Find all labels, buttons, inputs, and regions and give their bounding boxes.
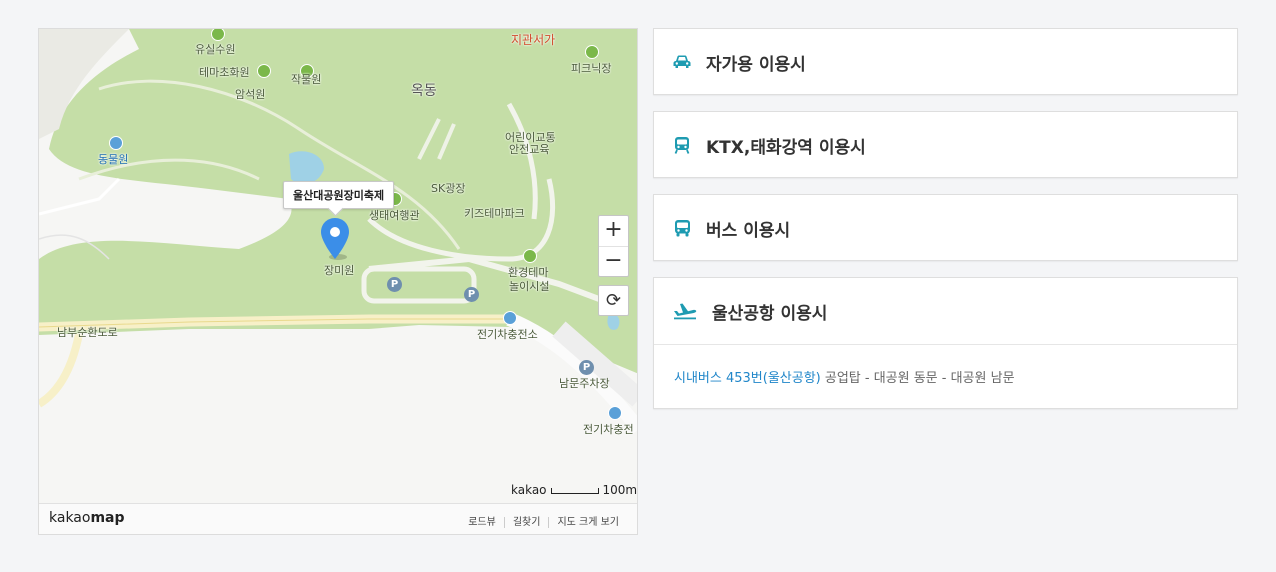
panel-title: KTX,태화강역 이용시: [706, 137, 866, 158]
map-label: 놀이시설: [509, 280, 550, 293]
map-label: 지관서가: [511, 33, 556, 47]
map-label: 작물원: [291, 73, 322, 86]
panel-airport[interactable]: 울산공항 이용시 시내버스 453번(울산공항) 공업탑 - 대공원 동문 - …: [653, 277, 1238, 409]
panel-ktx[interactable]: KTX,태화강역 이용시: [653, 111, 1238, 178]
map-label: 동물원: [98, 153, 129, 166]
logo-text: kakao: [49, 510, 91, 526]
bus-icon: [672, 218, 692, 238]
map-label: SK광장: [431, 182, 466, 195]
panel-body: 시내버스 453번(울산공항) 공업탑 - 대공원 동문 - 대공원 남문: [654, 344, 1237, 408]
map-label: 유실수원: [195, 43, 236, 56]
kakao-map[interactable]: P P P 지관서가 유실수원 테마초화원 작물원 피크닉장 암석원 옥동 어린…: [38, 28, 638, 535]
bus-route-link[interactable]: 시내버스 453번(울산공항): [674, 371, 821, 386]
panel-header[interactable]: KTX,태화강역 이용시: [654, 112, 1237, 178]
directions-link[interactable]: 길찾기: [503, 517, 549, 528]
map-label: 전기차충전: [583, 423, 634, 436]
location-marker-icon[interactable]: [320, 217, 350, 265]
panel-header[interactable]: 버스 이용시: [654, 195, 1237, 261]
parking-icon: P: [579, 360, 594, 375]
map-scale: kakao 100m: [511, 483, 637, 497]
scale-bar: [550, 487, 599, 494]
map-label: 옥동: [411, 83, 437, 99]
logo-text-bold: map: [90, 510, 125, 526]
view-large-map-link[interactable]: 지도 크게 보기: [548, 517, 627, 528]
parking-icon: P: [464, 287, 479, 302]
map-label: 전기차충전소: [477, 328, 538, 341]
map-label: 생태여행관: [369, 209, 420, 222]
scale-brand: kakao: [511, 483, 547, 497]
panel-title: 자가용 이용시: [706, 54, 806, 75]
map-label: 테마초화원: [199, 66, 250, 79]
map-footer-links: 로드뷰 길찾기 지도 크게 보기: [460, 513, 627, 528]
park-poi-icon: [585, 45, 599, 59]
road-label: 남부순환도로: [57, 326, 118, 339]
zoom-in-button[interactable]: +: [599, 216, 628, 246]
panel-header[interactable]: 울산공항 이용시: [654, 278, 1237, 344]
map-label: 안전교육: [509, 143, 550, 156]
map-label: 남문주차장: [559, 377, 610, 390]
zoo-poi-icon: [109, 136, 123, 150]
map-label: 키즈테마파크: [464, 207, 525, 220]
ev-charging-icon: [608, 406, 622, 420]
airplane-icon: [672, 301, 698, 321]
map-footer: kakaomap 로드뷰 길찾기 지도 크게 보기: [39, 503, 637, 534]
park-poi-icon: [523, 249, 537, 263]
map-label: 암석원: [235, 88, 266, 101]
route-text: 공업탑 - 대공원 동문 - 대공원 남문: [820, 371, 1015, 386]
roadview-link[interactable]: 로드뷰: [460, 517, 504, 528]
park-poi-icon: [257, 64, 271, 78]
car-icon: [672, 52, 692, 72]
map-label: 피크닉장: [571, 62, 612, 75]
marker-tooltip: 울산대공원장미축제: [283, 181, 395, 209]
refresh-button[interactable]: ⟳: [598, 285, 629, 316]
kakaomap-logo[interactable]: kakaomap: [49, 510, 125, 526]
panel-car[interactable]: 자가용 이용시: [653, 28, 1238, 95]
train-icon: [672, 135, 692, 155]
ev-charging-icon: [503, 311, 517, 325]
panel-header[interactable]: 자가용 이용시: [654, 29, 1237, 95]
panel-title: 울산공항 이용시: [712, 303, 828, 324]
zoom-out-button[interactable]: −: [599, 246, 628, 277]
panel-bus[interactable]: 버스 이용시: [653, 194, 1238, 261]
scale-distance: 100m: [602, 483, 638, 497]
zoom-control: + −: [598, 215, 629, 277]
parking-icon: P: [387, 277, 402, 292]
panel-title: 버스 이용시: [706, 220, 791, 241]
